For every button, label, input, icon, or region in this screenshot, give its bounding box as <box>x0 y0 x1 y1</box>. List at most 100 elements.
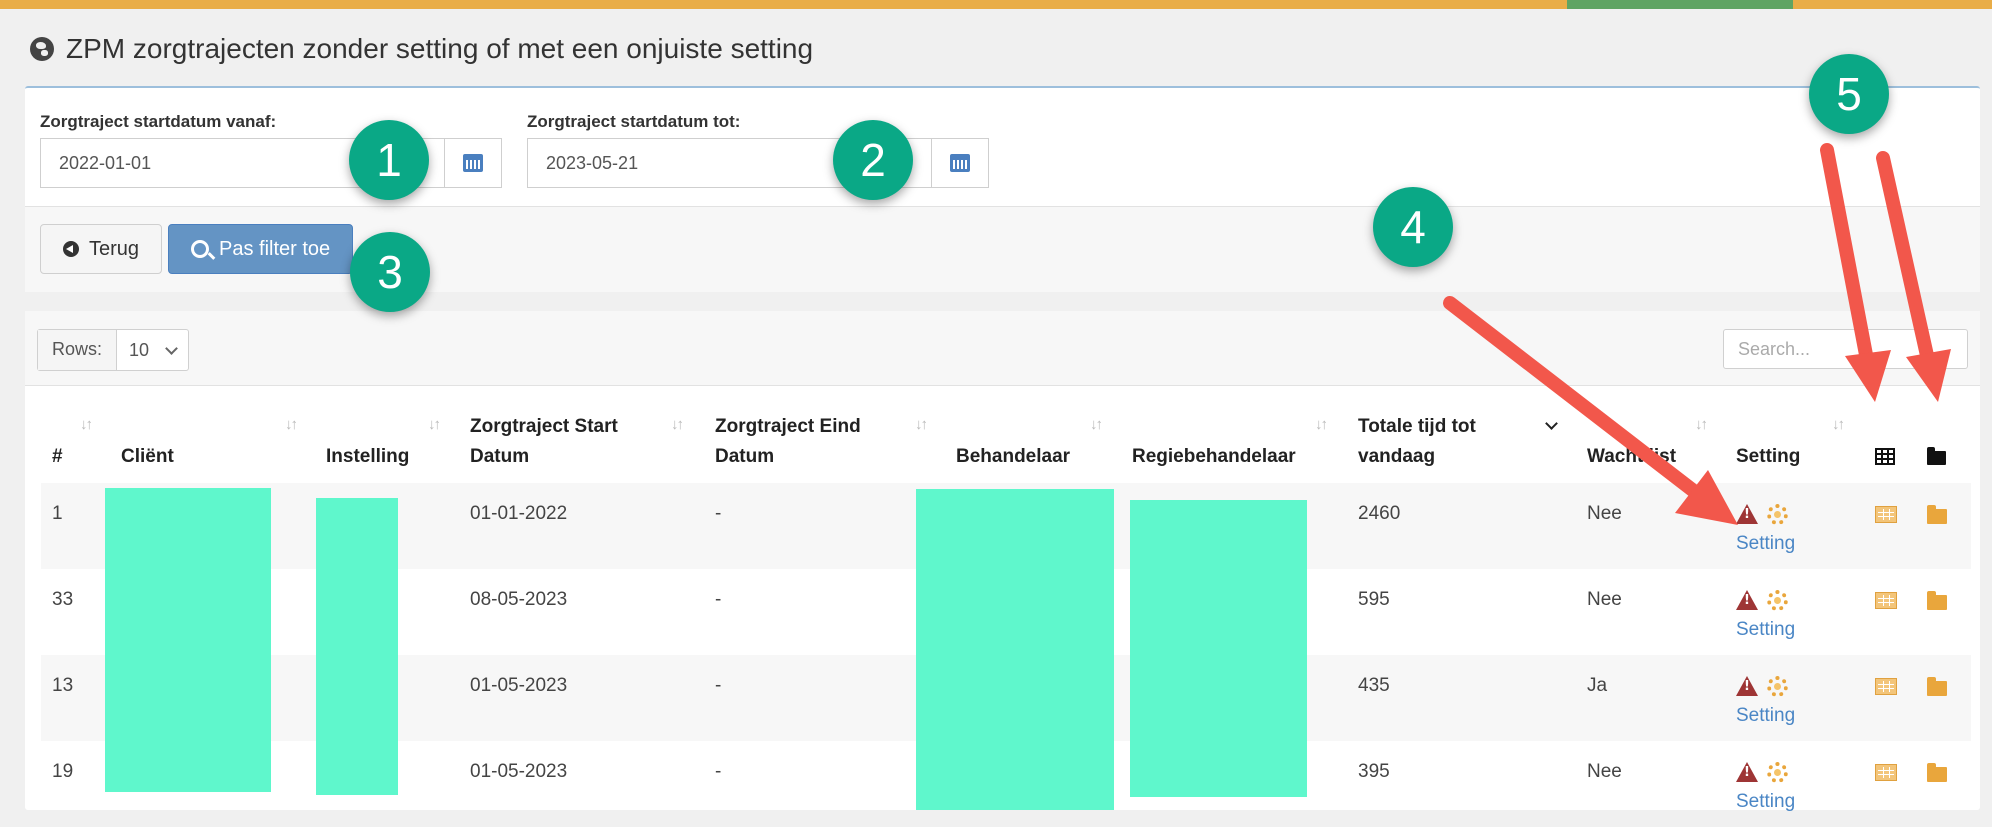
callout-1: 1 <box>349 120 429 200</box>
sort-icon[interactable]: ↓↑ <box>671 416 684 433</box>
back-button[interactable]: Terug <box>40 224 163 274</box>
callout-3: 3 <box>350 232 430 312</box>
search-input[interactable]: Search... <box>1723 329 1968 369</box>
rows-label: Rows: <box>38 330 118 370</box>
cell-waitlist: Nee <box>1587 503 1622 524</box>
folder-icon[interactable] <box>1927 591 1947 610</box>
cell-end-date: - <box>715 761 722 782</box>
sort-icon[interactable]: ↓↑ <box>80 416 93 433</box>
setting-link[interactable]: Setting <box>1736 533 1795 555</box>
gear-icon[interactable] <box>1767 504 1788 525</box>
globe-icon <box>30 37 54 61</box>
folder-icon[interactable] <box>1927 763 1947 782</box>
column-header-number[interactable]: # <box>52 442 63 472</box>
rows-select-value: 10 <box>129 340 150 360</box>
sort-icon[interactable]: ↓↑ <box>915 416 928 433</box>
cell-start-date: 01-05-2023 <box>470 675 568 696</box>
cell-waitlist: Ja <box>1587 675 1608 696</box>
sort-icon[interactable]: ↓↑ <box>1090 416 1103 433</box>
column-header-setting[interactable]: Setting <box>1736 442 1800 472</box>
apply-filter-label: Pas filter toe <box>219 237 331 260</box>
column-header-end-line2: Datum <box>715 446 775 467</box>
rows-per-page: Rows: 10 <box>37 329 190 371</box>
column-header-institution[interactable]: Instelling <box>326 442 409 472</box>
folder-icon[interactable] <box>1927 677 1947 696</box>
chevron-down-icon <box>165 341 178 355</box>
column-header-waitlist[interactable]: Wachtlijst <box>1587 442 1676 472</box>
column-header-total-line1: Totale tijd tot <box>1358 416 1476 437</box>
search-icon <box>191 240 209 258</box>
start-from-label: Zorgtraject startdatum vanaf: <box>40 112 277 131</box>
gear-icon[interactable] <box>1767 676 1788 697</box>
callout-4: 4 <box>1373 187 1453 267</box>
setting-link[interactable]: Setting <box>1736 619 1795 641</box>
column-header-start-line1: Zorgtraject Start <box>470 416 618 437</box>
folder-icon[interactable] <box>1927 505 1947 524</box>
cell-number: 13 <box>52 675 74 696</box>
cell-start-date: 01-05-2023 <box>470 761 568 782</box>
column-header-start-line2: Datum <box>470 446 530 467</box>
cell-number: 33 <box>52 589 74 610</box>
start-to-label: Zorgtraject startdatum tot: <box>527 112 741 131</box>
sort-icon[interactable]: ↓↑ <box>1832 416 1845 433</box>
table-icon <box>1875 448 1895 465</box>
column-header-end-line1: Zorgtraject Eind <box>715 416 861 437</box>
calendar-icon <box>950 154 970 172</box>
column-header-start-date[interactable]: Zorgtraject Start Datum <box>470 412 618 472</box>
calendar-icon <box>463 154 483 172</box>
filter-panel: Zorgtraject startdatum vanaf: 2022-01-01… <box>25 86 1980 292</box>
cell-waitlist: Nee <box>1587 761 1622 782</box>
cell-end-date: - <box>715 589 722 610</box>
cell-start-date: 01-01-2022 <box>470 503 568 524</box>
cell-start-date: 08-05-2023 <box>470 589 568 610</box>
back-button-label: Terug <box>89 237 140 260</box>
cell-waitlist: Nee <box>1587 589 1622 610</box>
cell-number: 1 <box>52 503 63 524</box>
top-accent-bar <box>0 0 1992 9</box>
warning-icon <box>1736 676 1758 696</box>
cell-end-date: - <box>715 675 722 696</box>
callout-2: 2 <box>833 120 913 200</box>
cell-number: 19 <box>52 761 74 782</box>
sort-icon[interactable]: ↓↑ <box>285 416 298 433</box>
warning-icon <box>1736 762 1758 782</box>
redacted-directors <box>1130 500 1307 797</box>
cell-total-time: 2460 <box>1358 503 1401 524</box>
table-icon[interactable] <box>1875 764 1897 781</box>
filter-actions-bar: Terug Pas filter toe <box>25 206 1980 292</box>
sort-icon[interactable]: ↓↑ <box>1695 416 1708 433</box>
column-header-director[interactable]: Regiebehandelaar <box>1132 442 1296 472</box>
column-header-client[interactable]: Cliënt <box>121 442 174 472</box>
column-header-total-line2: vandaag <box>1358 446 1436 467</box>
table-panel: Rows: 10 Search... ↓↑ ↓↑ ↓↑ ↓↑ ↓↑ ↓↑ ↓↑ … <box>25 311 1980 812</box>
column-header-end-date[interactable]: Zorgtraject Eind Datum <box>715 412 861 472</box>
redacted-institutions <box>316 498 398 795</box>
cell-total-time: 435 <box>1358 675 1390 696</box>
sort-icon[interactable]: ↓↑ <box>1315 416 1328 433</box>
gear-icon[interactable] <box>1767 590 1788 611</box>
table-icon[interactable] <box>1875 506 1897 523</box>
cell-end-date: - <box>715 503 722 524</box>
sort-desc-icon[interactable] <box>1545 417 1558 430</box>
rows-select[interactable]: 10 <box>117 330 188 370</box>
top-accent-bar-highlight <box>1567 0 1793 9</box>
table-toolbar: Rows: 10 Search... <box>25 311 1980 386</box>
callout-5: 5 <box>1809 54 1889 134</box>
gear-icon[interactable] <box>1767 762 1788 783</box>
column-header-total-time[interactable]: Totale tijd tot vandaag <box>1358 412 1476 472</box>
column-header-therapist[interactable]: Behandelaar <box>956 442 1070 472</box>
start-to-calendar-button[interactable] <box>931 138 989 188</box>
folder-icon <box>1927 447 1946 465</box>
sort-icon[interactable]: ↓↑ <box>428 416 441 433</box>
setting-link[interactable]: Setting <box>1736 705 1795 727</box>
start-from-calendar-button[interactable] <box>444 138 502 188</box>
table-icon[interactable] <box>1875 592 1897 609</box>
warning-icon <box>1736 504 1758 524</box>
table-icon[interactable] <box>1875 678 1897 695</box>
arrow-left-circle-icon <box>63 241 79 257</box>
page-title: ZPM zorgtrajecten zonder setting of met … <box>30 33 813 65</box>
apply-filter-button[interactable]: Pas filter toe <box>168 224 354 274</box>
cell-total-time: 595 <box>1358 589 1390 610</box>
redacted-therapists <box>916 489 1114 810</box>
warning-icon <box>1736 590 1758 610</box>
